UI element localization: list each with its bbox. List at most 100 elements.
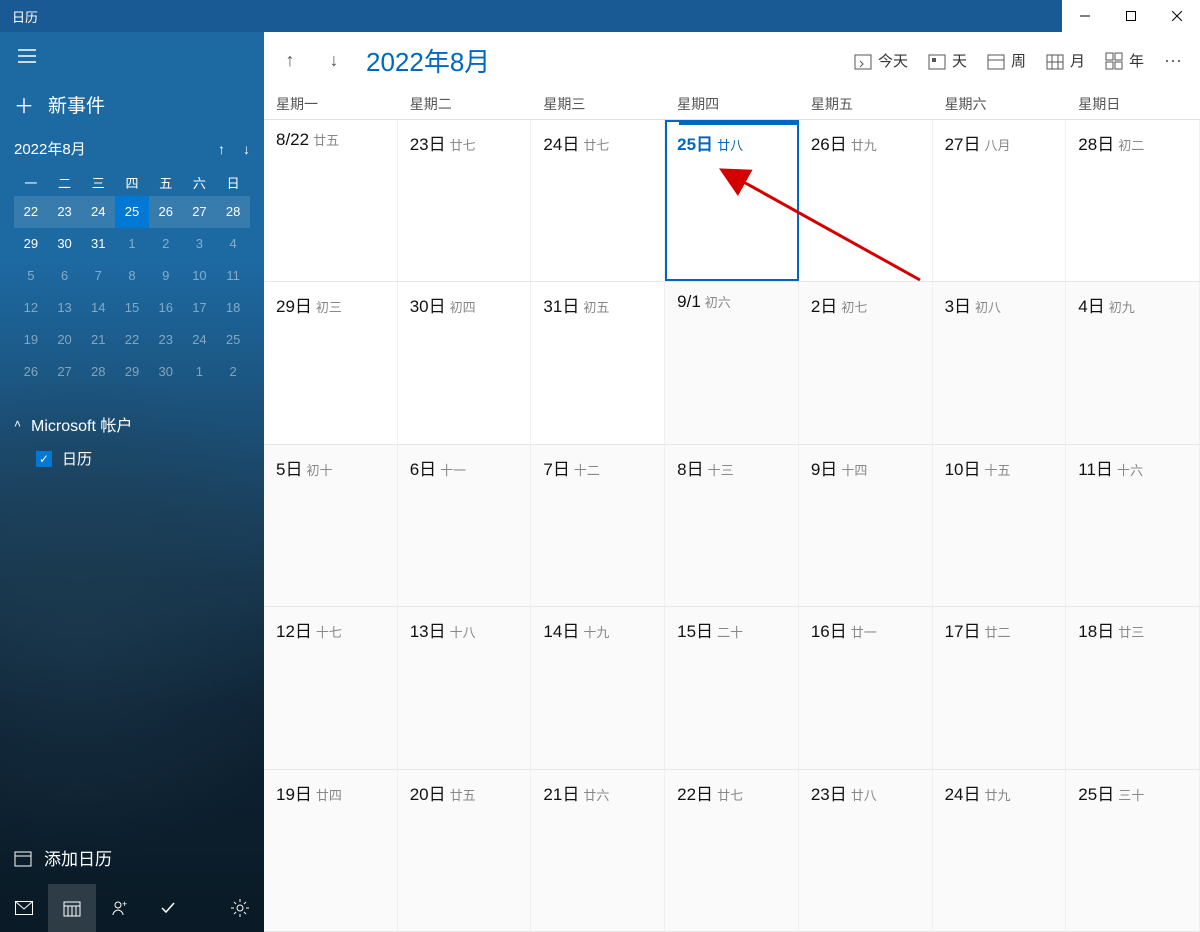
calendar-cell[interactable]: 17日廿二 (933, 607, 1067, 768)
mini-day-cell[interactable]: 27 (183, 196, 217, 228)
calendar-cell[interactable]: 6日十一 (398, 445, 532, 606)
calendar-cell[interactable]: 24日廿九 (933, 770, 1067, 931)
mini-day-cell[interactable]: 23 (48, 196, 82, 228)
mini-day-cell[interactable]: 26 (14, 356, 48, 388)
calendar-cell[interactable]: 8日十三 (665, 445, 799, 606)
calendar-checkbox-row[interactable]: ✓ 日历 (14, 436, 250, 469)
mini-day-cell[interactable]: 7 (81, 260, 115, 292)
mini-prev-button[interactable]: ↑ (218, 141, 225, 157)
mini-day-cell[interactable]: 12 (14, 292, 48, 324)
calendar-cell[interactable]: 19日廿四 (264, 770, 398, 931)
mini-day-cell[interactable]: 6 (48, 260, 82, 292)
day-view-button[interactable]: 天 (928, 50, 967, 71)
mini-day-cell[interactable]: 22 (115, 324, 149, 356)
mini-day-cell[interactable]: 4 (216, 228, 250, 260)
mini-day-cell[interactable]: 29 (14, 228, 48, 260)
month-view-button[interactable]: 月 (1046, 50, 1085, 71)
today-button[interactable]: 今天 (854, 50, 908, 71)
mini-day-cell[interactable]: 26 (149, 196, 183, 228)
calendar-cell[interactable]: 26日廿九 (799, 120, 933, 281)
calendar-cell[interactable]: 2日初七 (799, 282, 933, 443)
mini-day-cell[interactable]: 11 (216, 260, 250, 292)
calendar-cell[interactable]: 9/1初六 (665, 282, 799, 443)
calendar-cell[interactable]: 30日初四 (398, 282, 532, 443)
week-view-button[interactable]: 周 (987, 50, 1026, 71)
mini-day-cell[interactable]: 31 (81, 228, 115, 260)
mini-day-cell[interactable]: 13 (48, 292, 82, 324)
mini-day-cell[interactable]: 20 (48, 324, 82, 356)
calendar-cell[interactable]: 14日十九 (531, 607, 665, 768)
mini-day-cell[interactable]: 10 (183, 260, 217, 292)
mini-day-cell[interactable]: 29 (115, 356, 149, 388)
calendar-cell[interactable]: 22日廿七 (665, 770, 799, 931)
calendar-cell[interactable]: 15日二十 (665, 607, 799, 768)
mini-day-cell[interactable]: 14 (81, 292, 115, 324)
calendar-nav-button[interactable] (48, 884, 96, 932)
mini-day-cell[interactable]: 25 (115, 196, 149, 228)
new-event-button[interactable]: ＋ 新事件 (0, 80, 264, 128)
year-view-button[interactable]: 年 (1105, 50, 1144, 71)
mini-day-cell[interactable]: 30 (149, 356, 183, 388)
prev-month-button[interactable]: ↑ (274, 50, 306, 71)
account-toggle[interactable]: ˄ Microsoft 帐户 (14, 412, 250, 436)
mini-day-cell[interactable]: 9 (149, 260, 183, 292)
calendar-cell[interactable]: 10日十五 (933, 445, 1067, 606)
mini-day-cell[interactable]: 1 (183, 356, 217, 388)
mini-day-cell[interactable]: 24 (81, 196, 115, 228)
calendar-cell[interactable]: 8/22廿五 (264, 120, 398, 281)
mini-day-cell[interactable]: 2 (149, 228, 183, 260)
calendar-cell[interactable]: 21日廿六 (531, 770, 665, 931)
mini-day-cell[interactable]: 22 (14, 196, 48, 228)
mini-day-cell[interactable]: 17 (183, 292, 217, 324)
mini-day-cell[interactable]: 5 (14, 260, 48, 292)
calendar-cell[interactable]: 31日初五 (531, 282, 665, 443)
people-nav-button[interactable]: + (96, 884, 144, 932)
calendar-cell[interactable]: 4日初九 (1066, 282, 1200, 443)
calendar-cell[interactable]: 25日三十 (1066, 770, 1200, 931)
calendar-cell[interactable]: 3日初八 (933, 282, 1067, 443)
calendar-cell[interactable]: 23日廿八 (799, 770, 933, 931)
mini-day-cell[interactable]: 28 (81, 356, 115, 388)
mini-day-cell[interactable]: 21 (81, 324, 115, 356)
calendar-cell[interactable]: 11日十六 (1066, 445, 1200, 606)
todo-nav-button[interactable] (144, 884, 192, 932)
calendar-cell[interactable]: 9日十四 (799, 445, 933, 606)
mini-day-cell[interactable]: 30 (48, 228, 82, 260)
calendar-cell[interactable]: 24日廿七 (531, 120, 665, 281)
calendar-cell[interactable]: 16日廿一 (799, 607, 933, 768)
settings-nav-button[interactable] (216, 884, 264, 932)
close-button[interactable] (1154, 0, 1200, 32)
calendar-cell[interactable]: 12日十七 (264, 607, 398, 768)
more-button[interactable]: ··· (1164, 50, 1182, 71)
next-month-button[interactable]: ↓ (318, 50, 350, 71)
add-calendar-button[interactable]: 添加日历 (0, 831, 264, 884)
mini-day-cell[interactable]: 8 (115, 260, 149, 292)
mini-day-cell[interactable]: 19 (14, 324, 48, 356)
calendar-cell[interactable]: 28日初二 (1066, 120, 1200, 281)
mini-day-cell[interactable]: 16 (149, 292, 183, 324)
maximize-button[interactable] (1108, 0, 1154, 32)
mini-next-button[interactable]: ↓ (243, 141, 250, 157)
mini-day-cell[interactable]: 1 (115, 228, 149, 260)
calendar-cell[interactable]: 5日初十 (264, 445, 398, 606)
mini-day-cell[interactable]: 15 (115, 292, 149, 324)
calendar-cell[interactable]: 13日十八 (398, 607, 532, 768)
mini-day-cell[interactable]: 27 (48, 356, 82, 388)
month-title[interactable]: 2022年8月 (366, 42, 490, 79)
mini-day-cell[interactable]: 28 (216, 196, 250, 228)
mail-nav-button[interactable] (0, 884, 48, 932)
minimize-button[interactable] (1062, 0, 1108, 32)
mini-day-cell[interactable]: 3 (183, 228, 217, 260)
calendar-cell[interactable]: 20日廿五 (398, 770, 532, 931)
hamburger-button[interactable] (0, 32, 264, 80)
calendar-cell[interactable]: 25日廿八 (665, 120, 799, 281)
mini-day-cell[interactable]: 24 (183, 324, 217, 356)
calendar-cell[interactable]: 18日廿三 (1066, 607, 1200, 768)
calendar-cell[interactable]: 27日八月 (933, 120, 1067, 281)
calendar-cell[interactable]: 23日廿七 (398, 120, 532, 281)
mini-day-cell[interactable]: 2 (216, 356, 250, 388)
mini-day-cell[interactable]: 23 (149, 324, 183, 356)
calendar-cell[interactable]: 29日初三 (264, 282, 398, 443)
mini-day-cell[interactable]: 25 (216, 324, 250, 356)
calendar-cell[interactable]: 7日十二 (531, 445, 665, 606)
